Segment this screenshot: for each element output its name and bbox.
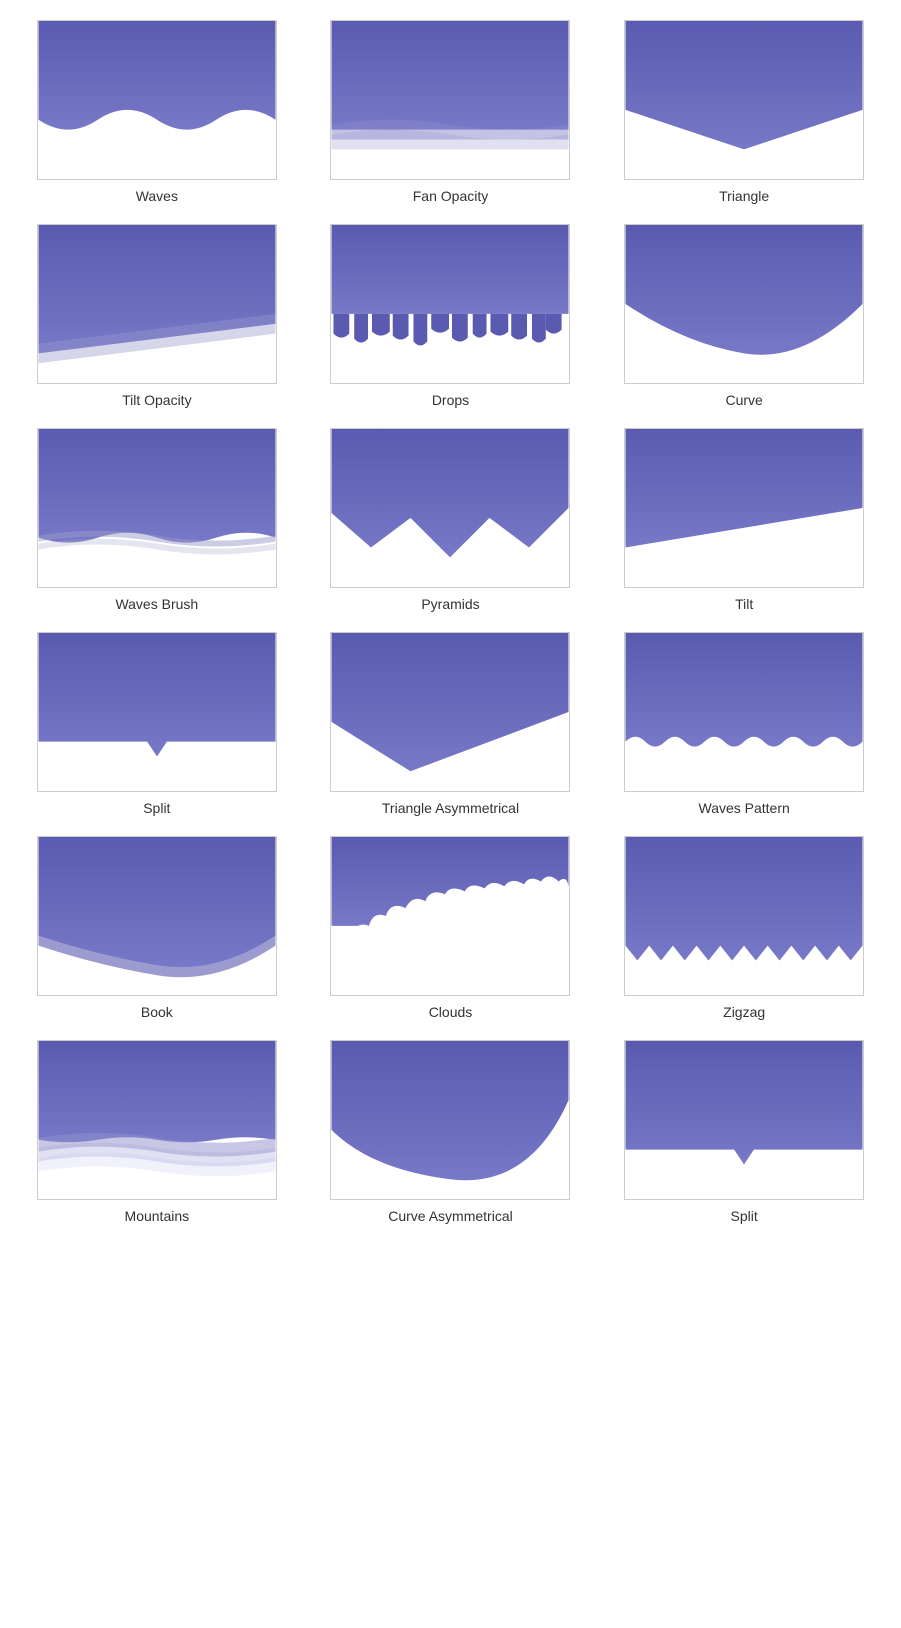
preview-clouds [330, 836, 570, 996]
item-tilt[interactable]: Tilt [602, 428, 886, 612]
label-split: Split [143, 800, 170, 816]
item-book[interactable]: Book [15, 836, 299, 1020]
label-curve-asymmetrical: Curve Asymmetrical [388, 1208, 512, 1224]
label-clouds: Clouds [429, 1004, 473, 1020]
item-split[interactable]: Split [15, 632, 299, 816]
preview-book [37, 836, 277, 996]
item-split2[interactable]: Split [602, 1040, 886, 1224]
preview-curve-asymmetrical [330, 1040, 570, 1200]
item-tilt-opacity[interactable]: Tilt Opacity [15, 224, 299, 408]
label-triangle: Triangle [719, 188, 769, 204]
preview-pyramids [330, 428, 570, 588]
preview-waves-brush [37, 428, 277, 588]
label-tilt: Tilt [735, 596, 753, 612]
preview-waves [37, 20, 277, 180]
preview-fan-opacity [330, 20, 570, 180]
preview-tilt-opacity [37, 224, 277, 384]
preview-drops [330, 224, 570, 384]
label-waves-brush: Waves Brush [115, 596, 198, 612]
item-pyramids[interactable]: Pyramids [309, 428, 593, 612]
item-waves-brush[interactable]: Waves Brush [15, 428, 299, 612]
label-curve: Curve [725, 392, 762, 408]
label-tilt-opacity: Tilt Opacity [122, 392, 192, 408]
item-fan-opacity[interactable]: Fan Opacity [309, 20, 593, 204]
item-triangle-asymmetrical[interactable]: Triangle Asymmetrical [309, 632, 593, 816]
preview-split2 [624, 1040, 864, 1200]
item-curve-asymmetrical[interactable]: Curve Asymmetrical [309, 1040, 593, 1224]
preview-curve [624, 224, 864, 384]
item-clouds[interactable]: Clouds [309, 836, 593, 1020]
preview-triangle-asymmetrical [330, 632, 570, 792]
label-split2: Split [731, 1208, 758, 1224]
preview-tilt [624, 428, 864, 588]
preview-zigzag [624, 836, 864, 996]
item-triangle[interactable]: Triangle [602, 20, 886, 204]
shape-grid: Waves Fan Opacity Triangle Tilt Opacity Drop… [0, 0, 901, 1244]
item-mountains[interactable]: Mountains [15, 1040, 299, 1224]
label-waves: Waves [136, 188, 178, 204]
item-drops[interactable]: Drops [309, 224, 593, 408]
label-fan-opacity: Fan Opacity [413, 188, 488, 204]
item-curve[interactable]: Curve [602, 224, 886, 408]
label-mountains: Mountains [125, 1208, 190, 1224]
preview-split [37, 632, 277, 792]
item-zigzag[interactable]: Zigzag [602, 836, 886, 1020]
label-zigzag: Zigzag [723, 1004, 765, 1020]
label-triangle-asymmetrical: Triangle Asymmetrical [382, 800, 519, 816]
item-waves-pattern[interactable]: Waves Pattern [602, 632, 886, 816]
preview-triangle [624, 20, 864, 180]
item-waves[interactable]: Waves [15, 20, 299, 204]
label-book: Book [141, 1004, 173, 1020]
label-waves-pattern: Waves Pattern [699, 800, 790, 816]
preview-waves-pattern [624, 632, 864, 792]
preview-mountains [37, 1040, 277, 1200]
label-drops: Drops [432, 392, 469, 408]
label-pyramids: Pyramids [421, 596, 479, 612]
